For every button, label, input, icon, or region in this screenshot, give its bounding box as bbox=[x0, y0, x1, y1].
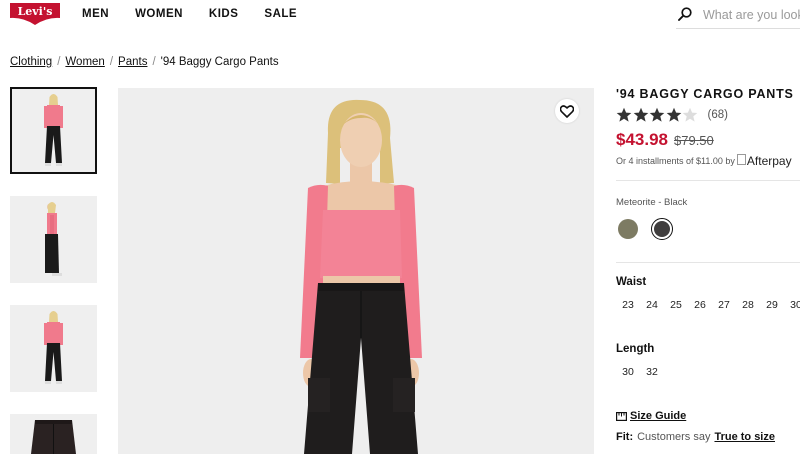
waist-size-option[interactable]: 29 bbox=[760, 299, 784, 311]
thumbnail-front[interactable] bbox=[10, 87, 97, 174]
waist-size-option[interactable]: 26 bbox=[688, 299, 712, 311]
length-size-option[interactable]: 32 bbox=[640, 366, 664, 378]
breadcrumb-current: '94 Baggy Cargo Pants bbox=[160, 56, 279, 68]
waist-size-option[interactable]: 23 bbox=[616, 299, 640, 311]
sale-price: $43.98 bbox=[616, 130, 668, 149]
thumbnail-front-alt[interactable] bbox=[10, 305, 97, 392]
broken-image-icon bbox=[736, 153, 746, 165]
waist-size-option[interactable]: 25 bbox=[664, 299, 688, 311]
swatch-black[interactable] bbox=[654, 221, 670, 237]
product-rating: (68) bbox=[616, 107, 728, 123]
color-name: Meteorite - Black bbox=[616, 197, 688, 208]
waist-size-option[interactable]: 28 bbox=[736, 299, 760, 311]
divider bbox=[616, 180, 800, 181]
breadcrumb: Clothing / Women / Pants / '94 Baggy Car… bbox=[10, 56, 279, 68]
review-count[interactable]: (68) bbox=[708, 109, 728, 121]
breadcrumb-clothing[interactable]: Clothing bbox=[10, 56, 52, 68]
logo-text: Levi's bbox=[18, 5, 53, 18]
waist-size-option[interactable]: 24 bbox=[640, 299, 664, 311]
size-guide[interactable]: Size Guide bbox=[616, 410, 686, 422]
main-nav: MEN WOMEN KIDS SALE bbox=[82, 8, 323, 20]
breadcrumb-women[interactable]: Women bbox=[65, 56, 104, 68]
star-icon bbox=[666, 107, 681, 122]
thumbnail-side[interactable] bbox=[10, 196, 97, 283]
afterpay-alt-text: Afterpay bbox=[746, 154, 792, 168]
price: $43.98 $79.50 bbox=[616, 130, 714, 150]
search-icon[interactable] bbox=[678, 7, 692, 21]
product-title: '94 BAGGY CARGO PANTS bbox=[616, 87, 794, 101]
search-input[interactable] bbox=[703, 5, 800, 25]
original-price: $79.50 bbox=[674, 133, 714, 148]
breadcrumb-separator: / bbox=[57, 56, 61, 68]
afterpay-logo[interactable]: Afterpay bbox=[736, 153, 792, 168]
installments-text: Or 4 installments of $11.00 by bbox=[616, 156, 735, 166]
thumbnail-product-flat[interactable] bbox=[10, 414, 97, 454]
nav-men[interactable]: MEN bbox=[82, 8, 109, 20]
length-size-option[interactable]: 30 bbox=[616, 366, 640, 378]
breadcrumb-separator: / bbox=[109, 56, 114, 68]
ruler-icon bbox=[616, 411, 627, 421]
nav-sale[interactable]: SALE bbox=[264, 8, 297, 20]
breadcrumb-separator: / bbox=[152, 56, 156, 68]
star-empty-icon bbox=[682, 107, 698, 122]
swatch-olive[interactable] bbox=[618, 219, 638, 239]
star-icon bbox=[633, 107, 648, 122]
heart-icon bbox=[560, 104, 574, 118]
nav-kids[interactable]: KIDS bbox=[209, 8, 238, 20]
main-product-image[interactable] bbox=[118, 88, 594, 454]
search-bar bbox=[676, 4, 800, 29]
waist-size-option[interactable]: 27 bbox=[712, 299, 736, 311]
levis-logo[interactable]: Levi's bbox=[10, 3, 60, 27]
fit-text: Customers say bbox=[637, 431, 711, 443]
star-icon bbox=[616, 107, 632, 122]
nav-women[interactable]: WOMEN bbox=[135, 8, 183, 20]
length-size-list: 30 32 bbox=[616, 366, 664, 378]
waist-size-list: 23 24 25 26 27 28 29 30 bbox=[616, 299, 800, 311]
waist-size-option[interactable]: 30 bbox=[784, 299, 800, 311]
fit-info: Fit: Customers say True to size bbox=[616, 431, 775, 443]
size-guide-link[interactable]: Size Guide bbox=[630, 410, 686, 422]
wishlist-button[interactable] bbox=[555, 99, 579, 123]
divider bbox=[616, 262, 800, 263]
waist-label: Waist bbox=[616, 276, 647, 288]
rating-stars[interactable] bbox=[616, 107, 699, 123]
fit-label: Fit: bbox=[616, 431, 634, 443]
installments-info: Or 4 installments of $11.00 by Afterpay bbox=[616, 153, 792, 168]
site-header: Levi's MEN WOMEN KIDS SALE bbox=[0, 0, 800, 32]
breadcrumb-pants[interactable]: Pants bbox=[118, 56, 147, 68]
star-icon bbox=[649, 107, 665, 122]
length-label: Length bbox=[616, 343, 655, 355]
fit-value-link[interactable]: True to size bbox=[714, 431, 775, 443]
